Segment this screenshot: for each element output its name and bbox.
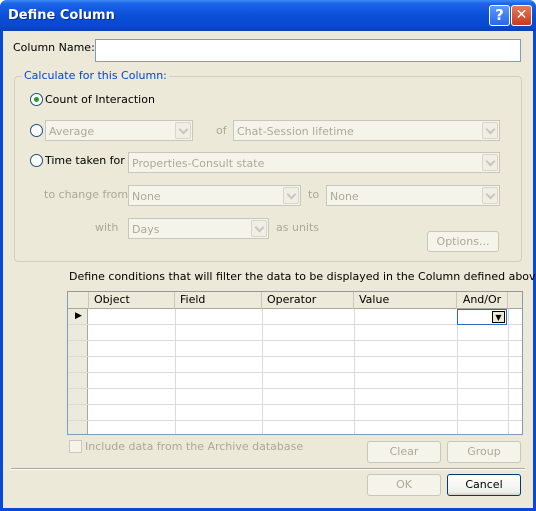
column-name-input[interactable] (95, 39, 521, 62)
conditions-instruction: Define conditions that will filter the d… (69, 270, 536, 283)
archive-checkbox[interactable] (69, 440, 82, 453)
grid-divider (68, 340, 522, 341)
of-dropdown[interactable]: Chat-Session lifetime (233, 120, 500, 141)
time-taken-radio[interactable] (30, 154, 43, 167)
grid-divider (68, 404, 522, 405)
aggregate-radio[interactable] (30, 124, 43, 137)
help-button[interactable]: ? (489, 5, 510, 26)
to-dropdown-value: None (330, 190, 359, 203)
of-dropdown-value: Chat-Session lifetime (237, 125, 354, 138)
time-taken-dropdown[interactable]: Properties-Consult state (128, 152, 500, 173)
grid-divider (68, 372, 522, 373)
to-label: to (308, 188, 320, 201)
grid-divider (68, 420, 522, 421)
title-bar[interactable]: Define Column ? ✕ (0, 0, 536, 31)
to-dropdown[interactable]: None (326, 185, 500, 206)
dialog-body: Column Name: Calculate for this Column: … (3, 31, 536, 508)
chevron-down-icon[interactable]: ▼ (492, 311, 505, 323)
footer-separator (11, 468, 525, 470)
column-header-value[interactable]: Value (354, 292, 457, 309)
chevron-down-icon (175, 122, 191, 139)
chevron-down-icon (251, 220, 267, 237)
column-name-label: Column Name: (13, 41, 95, 54)
group-button[interactable]: Group (447, 441, 521, 463)
units-dropdown[interactable]: Days (128, 218, 269, 239)
aggregate-dropdown[interactable]: Average (45, 120, 193, 141)
radio-selected-dot (34, 97, 39, 102)
define-column-dialog: Define Column ? ✕ Column Name: Calculate… (0, 0, 536, 511)
chevron-down-icon (482, 122, 498, 139)
of-label: of (216, 124, 227, 137)
chevron-down-icon (482, 187, 498, 204)
column-header-operator[interactable]: Operator (262, 292, 354, 309)
change-from-dropdown-value: None (132, 190, 161, 203)
time-taken-dropdown-value: Properties-Consult state (132, 157, 265, 170)
grid-header-row: Object Field Operator Value And/Or (68, 292, 522, 309)
grid-divider (68, 356, 522, 357)
close-button[interactable]: ✕ (511, 5, 532, 26)
calculate-group-title: Calculate for this Column: (22, 69, 169, 82)
count-of-interaction-label[interactable]: Count of Interaction (45, 93, 155, 106)
grid-divider (68, 388, 522, 389)
grid-corner-cell (68, 292, 89, 309)
with-label: with (95, 221, 119, 234)
column-header-field[interactable]: Field (175, 292, 262, 309)
as-units-label: as units (276, 221, 320, 234)
change-from-label: to change from (44, 188, 129, 201)
dialog-title: Define Column (8, 8, 115, 23)
options-button[interactable]: Options... (427, 231, 499, 252)
count-of-interaction-radio[interactable] (30, 93, 43, 106)
chevron-down-icon (482, 154, 498, 171)
units-dropdown-value: Days (132, 223, 160, 236)
chevron-down-icon (283, 187, 299, 204)
column-header-object[interactable]: Object (89, 292, 175, 309)
change-from-dropdown[interactable]: None (128, 185, 301, 206)
column-header-and-or[interactable]: And/Or (457, 292, 508, 309)
and-or-cell-dropdown[interactable]: ▼ (457, 309, 507, 325)
conditions-grid[interactable]: Object Field Operator Value And/Or ▶ ▼ (67, 291, 523, 435)
clear-button[interactable]: Clear (367, 441, 441, 463)
aggregate-dropdown-value: Average (49, 125, 95, 138)
time-taken-label[interactable]: Time taken for (45, 154, 125, 167)
archive-checkbox-label[interactable]: Include data from the Archive database (85, 440, 303, 453)
grid-divider (68, 324, 522, 325)
ok-button[interactable]: OK (367, 474, 441, 496)
current-row-icon: ▶ (75, 311, 82, 321)
cancel-button[interactable]: Cancel (447, 474, 521, 496)
